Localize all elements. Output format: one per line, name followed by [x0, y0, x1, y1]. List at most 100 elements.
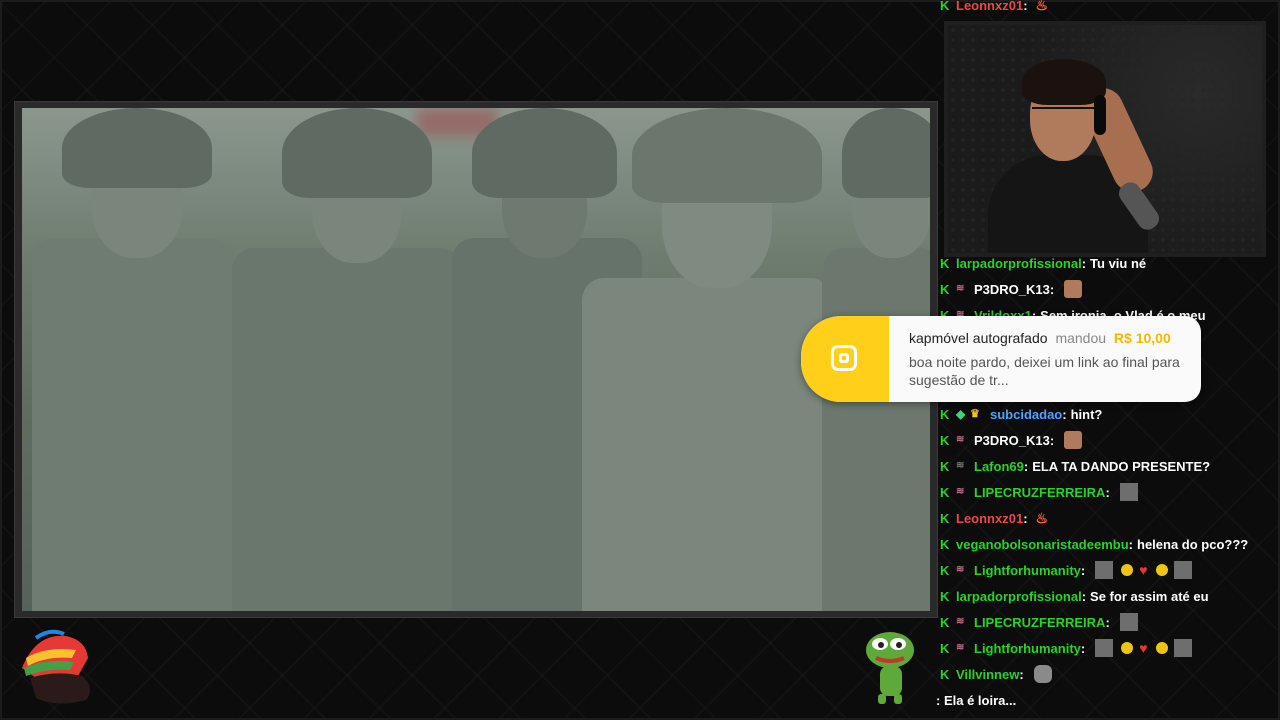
chat-username[interactable]: Lafon69	[974, 459, 1024, 474]
donation-icon	[831, 345, 857, 371]
chat-line: K ≋ P3DRO_K13 :	[940, 429, 1083, 451]
kick-icon: K	[940, 458, 950, 474]
chat-separator: :	[1023, 510, 1028, 526]
fire-emote-icon: ♨	[1035, 0, 1049, 13]
face-emote-icon	[1064, 280, 1083, 298]
gray-emote-icon	[1095, 561, 1114, 579]
chat-line-partial: K Leonnxz01 : ♨	[940, 0, 1048, 16]
chat-username[interactable]: larpadorprofissional	[956, 256, 1082, 271]
chat-line: K ≋ P3DRO_K13 :	[940, 278, 1083, 300]
chat-line: K Villvinnew :	[940, 663, 1052, 685]
alert-icon-background	[801, 316, 889, 402]
chat-username[interactable]: LIPECRUZFERREIRA	[974, 615, 1105, 630]
kick-icon: K	[940, 484, 950, 500]
subscriber-badge-icon: ≋	[956, 642, 965, 653]
chat-username[interactable]: LIPECRUZFERREIRA	[974, 485, 1105, 500]
face-emote-icon	[1064, 431, 1083, 449]
chat-line: K ≋ LIPECRUZFERREIRA :	[940, 611, 1138, 633]
kick-icon: K	[940, 588, 950, 604]
kick-icon: K	[940, 510, 950, 526]
gray-emote-icon	[1095, 639, 1114, 657]
heart-emote-icon: ♥	[1139, 562, 1148, 578]
alert-donor-name: kapmóvel autografado	[909, 330, 1048, 346]
chat-message: Se for assim até eu	[1090, 588, 1209, 604]
chat-username[interactable]: veganobolsonaristadeembu	[956, 537, 1129, 552]
chat-separator: :	[1049, 281, 1055, 297]
alert-header: kapmóvel autografado mandou R$ 10,00	[909, 330, 1171, 346]
chat-line: K ≋ Lightforhumanity : ♥	[940, 559, 1192, 581]
kick-icon: K	[940, 562, 950, 578]
kick-icon: K	[940, 0, 950, 13]
chat-line: K ◆ ♛ subcidadao : hint?	[940, 403, 1102, 425]
sun-emote-icon	[1155, 564, 1168, 576]
gray-emote-icon	[1173, 561, 1192, 579]
chat-line: Kveganobolsonaristadeembu : helena do pco…	[940, 533, 1248, 555]
video-player[interactable]	[22, 108, 930, 611]
chat-separator: :	[1023, 458, 1029, 474]
subscriber-badge-icon: ≋	[956, 616, 965, 627]
chat-separator: :	[1128, 536, 1133, 552]
soldier-figure	[22, 108, 242, 611]
chat-message: helena do pco???	[1137, 536, 1249, 552]
chat-username[interactable]: Leonnxz01	[956, 0, 1023, 13]
chat-separator: :	[1080, 640, 1086, 656]
chat-separator: :	[1105, 484, 1110, 500]
chat-line: K ≋ Lafon69 : ELA TA DANDO PRESENTE?	[940, 455, 1210, 477]
chat-username[interactable]: Lightforhumanity	[974, 563, 1081, 578]
chat-username[interactable]: Villvinnew	[956, 667, 1019, 682]
sun-emote-icon	[1155, 642, 1168, 654]
alert-verb: mandou	[1055, 330, 1107, 346]
chat-line: K ≋ Lightforhumanity : ♥	[940, 637, 1192, 659]
subscriber-badge-icon: ≋	[956, 434, 965, 445]
chat-separator: :	[1062, 406, 1067, 422]
sun-emote-icon	[1121, 642, 1134, 654]
gem-badge-icon: ◆	[956, 407, 966, 421]
heart-emote-icon: ♥	[1139, 640, 1148, 656]
cat-emote-icon	[1033, 665, 1052, 683]
subscriber-badge-icon: ≋	[956, 283, 965, 294]
sun-emote-icon	[1121, 564, 1134, 576]
pepe-frog-icon	[866, 632, 914, 704]
chat-message: Tu viu né	[1090, 255, 1147, 271]
chat-separator: :	[1081, 255, 1087, 271]
chat-separator: :	[1081, 588, 1087, 604]
gray-emote-icon	[1119, 613, 1138, 631]
chat-message: hint?	[1070, 406, 1103, 422]
chat-username[interactable]: subcidadao	[990, 407, 1062, 422]
webcam-feed	[944, 21, 1266, 257]
gray-emote-icon	[1119, 483, 1138, 501]
kick-icon: K	[940, 432, 950, 448]
kick-icon: K	[940, 255, 950, 271]
chat-line: K ≋ LIPECRUZFERREIRA :	[940, 481, 1138, 503]
chat-separator: :	[1105, 614, 1110, 630]
chat-username[interactable]: larpadorprofissional	[956, 589, 1082, 604]
kick-icon: K	[940, 281, 950, 297]
chat-separator: :	[1019, 666, 1024, 682]
chat-separator: :	[1049, 432, 1055, 448]
chat-line: Klarpadorprofissional : Tu viu né	[940, 252, 1146, 274]
chat-line-last: : Ela é loira...	[936, 689, 1016, 711]
soldier-figure	[212, 108, 472, 611]
chat-username[interactable]: P3DRO_K13	[974, 282, 1050, 297]
chat-username[interactable]: Leonnxz01	[956, 511, 1023, 526]
chat-message: : Ela é loira...	[936, 692, 1017, 708]
chat-line: K Leonnxz01 : ♨	[940, 507, 1048, 529]
crown-badge-icon: ♛	[970, 408, 980, 420]
subscriber-badge-icon: ≋	[956, 564, 965, 575]
channel-logo-icon	[22, 629, 91, 704]
alert-message: boa noite pardo, deixei um link ao final…	[909, 354, 1180, 388]
glasses-icon	[1032, 107, 1094, 123]
kick-icon: K	[940, 406, 950, 422]
chat-line: Klarpadorprofissional : Se for assim até …	[940, 585, 1209, 607]
kick-icon: K	[940, 536, 950, 552]
chat-username[interactable]: P3DRO_K13	[974, 433, 1050, 448]
chat-username[interactable]: Lightforhumanity	[974, 641, 1081, 656]
headphones-icon	[1094, 95, 1106, 135]
kick-icon: K	[940, 666, 950, 682]
subscriber-badge-icon: ≋	[956, 486, 965, 497]
chat-separator: :	[1080, 562, 1086, 578]
gray-emote-icon	[1173, 639, 1192, 657]
chat-message: ELA TA DANDO PRESENTE?	[1032, 458, 1211, 474]
kick-icon: K	[940, 640, 950, 656]
kick-icon: K	[940, 614, 950, 630]
